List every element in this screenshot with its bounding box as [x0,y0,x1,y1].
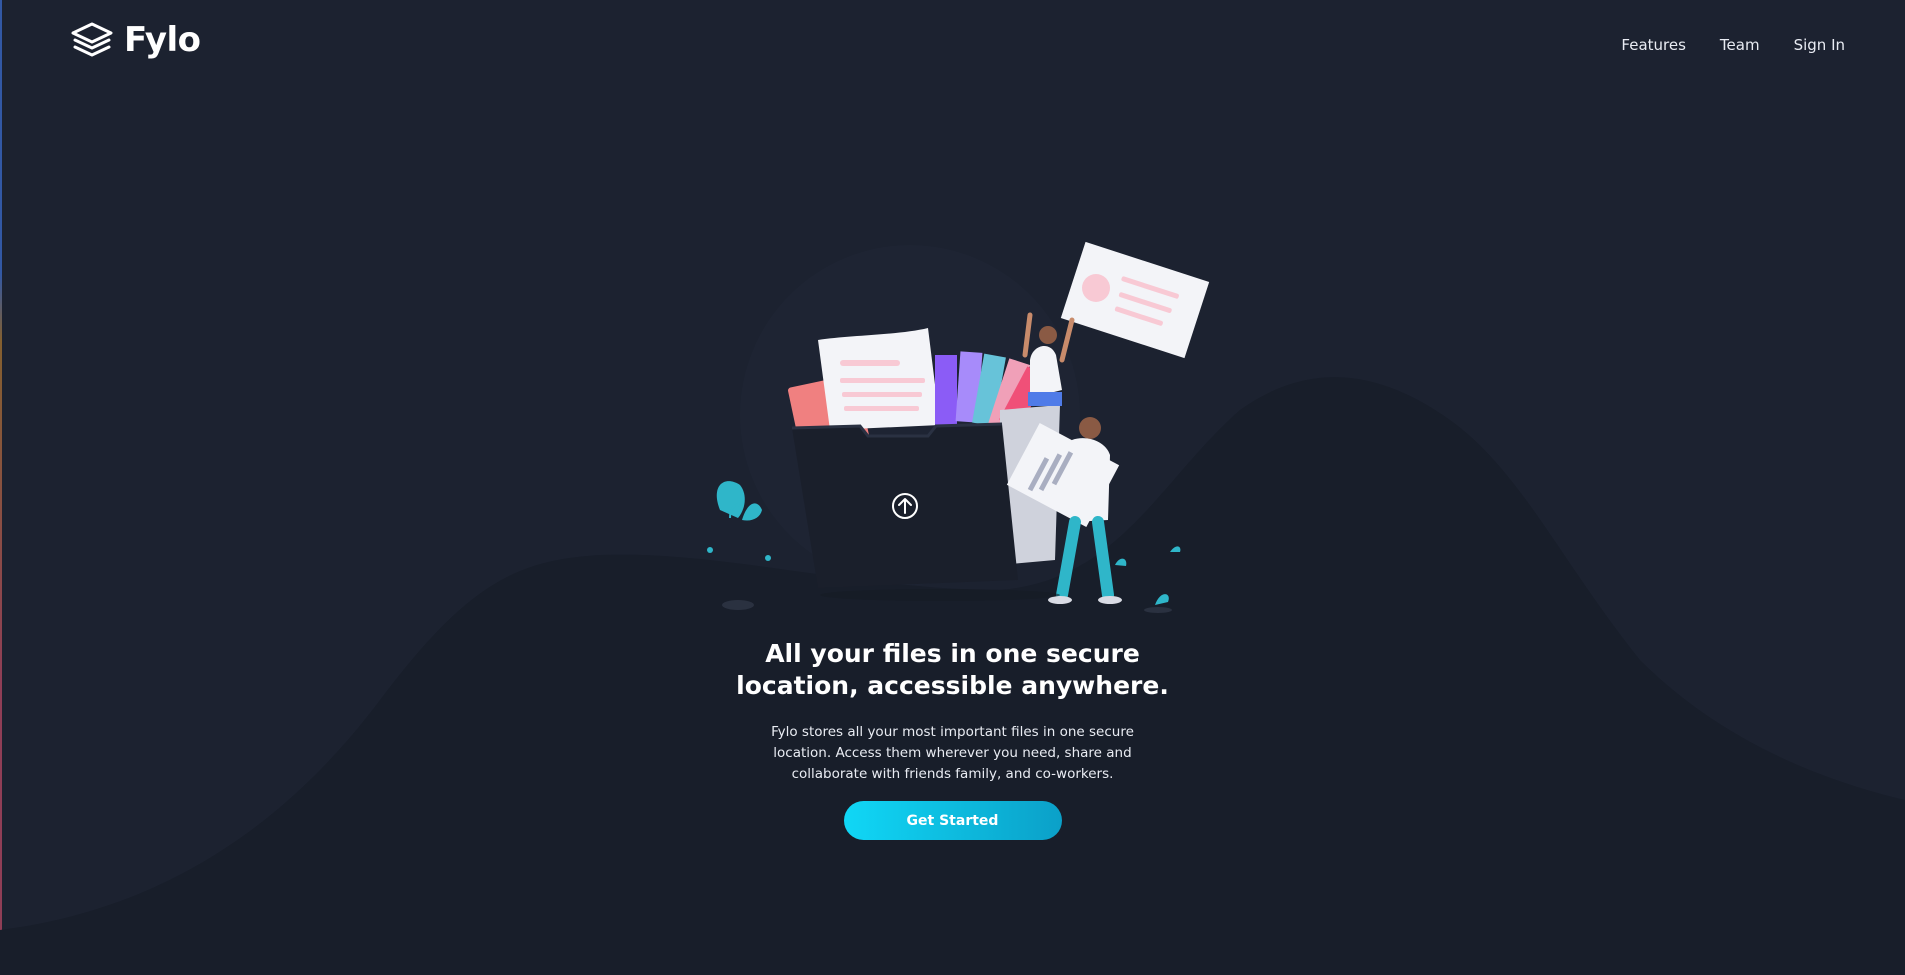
hero-description: Fylo stores all your most important file… [771,724,1134,782]
landing-page: Fylo Features Team Sign In All your file… [0,0,1905,975]
hero-title: All your files in one secure location, a… [736,639,1169,700]
nav-link-features[interactable]: Features [1621,36,1686,54]
files-folder-upload-illustration [707,241,1210,613]
stacked-layers-icon [71,22,113,57]
nav-link-sign-in[interactable]: Sign In [1794,36,1845,54]
site-header: Fylo Features Team Sign In [0,0,1905,90]
main-nav: Features Team Sign In [1621,36,1845,54]
brand-name: Fylo [124,20,201,60]
brand-logo[interactable]: Fylo [70,20,201,60]
nav-link-team[interactable]: Team [1720,36,1760,54]
hero-section: All your files in one secure location, a… [0,638,1905,840]
get-started-button[interactable]: Get Started [843,801,1062,840]
